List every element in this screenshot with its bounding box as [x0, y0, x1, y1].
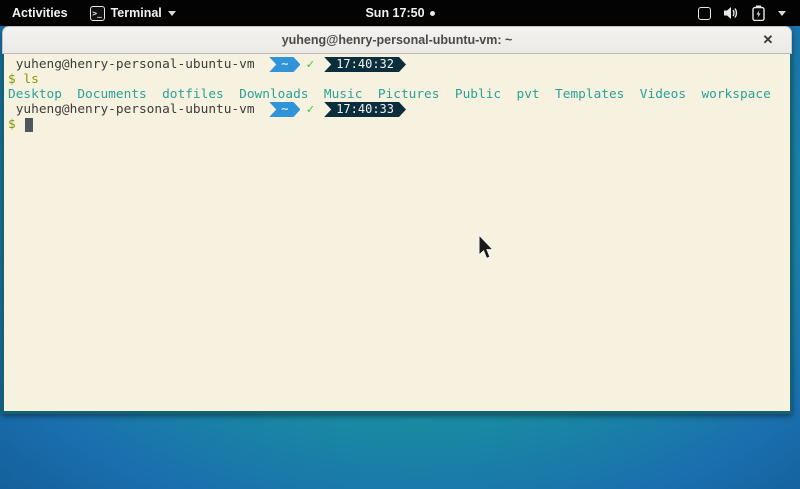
- dir-entry: Templates: [555, 87, 624, 102]
- current-prompt-line: $: [8, 117, 788, 132]
- prompt-time-badge: 17:40:32: [324, 57, 406, 72]
- command-text: ls: [23, 72, 38, 87]
- text-cursor: [25, 118, 33, 132]
- app-menu-button[interactable]: >_ Terminal: [80, 0, 186, 26]
- close-icon[interactable]: ✕: [755, 27, 781, 53]
- system-status-area[interactable]: [698, 0, 800, 26]
- chevron-down-icon: [778, 11, 786, 16]
- dir-entry: Videos: [640, 87, 686, 102]
- dir-entry: Documents: [77, 87, 146, 102]
- dir-entry: Downloads: [239, 87, 308, 102]
- top-bar: Activities >_ Terminal Sun 17:50: [0, 0, 800, 26]
- desktop-background: yuheng@henry-personal-ubuntu-vm: ~ ✕ yuh…: [0, 26, 800, 489]
- dir-entry: pvt: [517, 87, 540, 102]
- battery-charging-icon: [752, 5, 765, 21]
- dir-entry: Pictures: [378, 87, 440, 102]
- prompt-cwd-badge: ~: [269, 102, 300, 117]
- prompt-user-host: yuheng@henry-personal-ubuntu-vm: [8, 102, 262, 117]
- activities-label: Activities: [12, 6, 68, 20]
- clock-label: Sun 17:50: [365, 6, 424, 20]
- prompt-time-badge: 17:40:33: [324, 102, 406, 117]
- prompt-cwd-badge: ~: [269, 57, 300, 72]
- clock-button[interactable]: Sun 17:50: [365, 0, 434, 26]
- dir-entry: Public: [455, 87, 501, 102]
- terminal-window: yuheng@henry-personal-ubuntu-vm: ~ ✕ yuh…: [2, 26, 792, 414]
- dir-entry: dotfiles: [162, 87, 224, 102]
- prompt-symbol: $: [8, 117, 23, 132]
- volume-icon: [724, 6, 739, 20]
- window-title: yuheng@henry-personal-ubuntu-vm: ~: [282, 33, 513, 47]
- dir-entry: Desktop: [8, 87, 62, 102]
- screen: Activities >_ Terminal Sun 17:50: [0, 0, 800, 489]
- terminal-app-icon: >_: [90, 6, 105, 21]
- dir-entry: Music: [324, 87, 363, 102]
- chevron-down-icon: [168, 11, 176, 16]
- prompt-line-2: yuheng@henry-personal-ubuntu-vm ~ ✓ 17:4…: [8, 102, 788, 117]
- command-line: $ ls: [8, 72, 788, 87]
- mouse-pointer-icon: [478, 235, 495, 261]
- app-menu-label: Terminal: [111, 6, 162, 20]
- ls-output-line: Desktop Documents dotfiles Downloads Music Pi…: [8, 87, 788, 102]
- status-ok-icon: ✓: [306, 102, 314, 117]
- prompt-line-1: yuheng@henry-personal-ubuntu-vm ~ ✓ 17:4…: [8, 57, 788, 72]
- dir-entry: workspace: [701, 87, 770, 102]
- prompt-user-host: yuheng@henry-personal-ubuntu-vm: [8, 57, 262, 72]
- screen-icon: [698, 7, 711, 20]
- notification-dot-icon: [430, 11, 435, 16]
- terminal-content[interactable]: yuheng@henry-personal-ubuntu-vm ~ ✓ 17:4…: [2, 54, 792, 414]
- window-titlebar[interactable]: yuheng@henry-personal-ubuntu-vm: ~ ✕: [2, 26, 792, 54]
- activities-button[interactable]: Activities: [0, 0, 80, 26]
- prompt-symbol: $: [8, 72, 23, 87]
- status-ok-icon: ✓: [306, 57, 314, 72]
